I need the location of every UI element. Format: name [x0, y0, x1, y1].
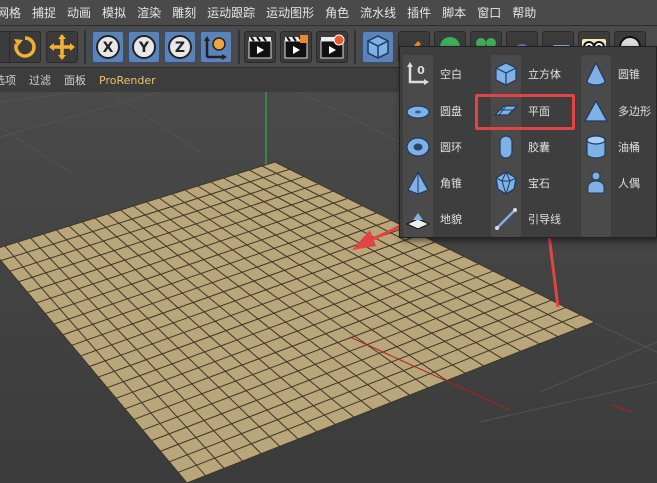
y-axis-button[interactable]: Y — [128, 31, 160, 63]
viewport-menu-filter[interactable]: 过滤 — [29, 72, 51, 88]
svg-text:0: 0 — [417, 64, 425, 77]
cube-icon — [495, 62, 517, 86]
panel-item-guide[interactable]: 引导线 — [491, 202, 561, 236]
world-coordinate-button[interactable] — [200, 31, 232, 63]
panel-item-polygon[interactable]: 多边形 — [581, 94, 651, 128]
svg-text:Z: Z — [175, 40, 185, 56]
cube-icon — [367, 35, 389, 59]
primitive-object-panel: 0 空白 圆盘 圆环 角锥 地貌 立方体 平面 胶囊 宝石 引导线 圆锥 多边形… — [399, 46, 657, 238]
highlight-box — [475, 94, 575, 130]
torus-icon — [406, 137, 430, 157]
rotate-icon — [14, 36, 36, 58]
panel-item-cone[interactable]: 圆锥 — [581, 57, 640, 91]
panel-item-gem[interactable]: 宝石 — [491, 166, 550, 200]
menu-help[interactable]: 帮助 — [508, 4, 543, 21]
disc-icon — [406, 105, 430, 119]
oil-tank-icon — [586, 135, 606, 159]
x-axis-line-end — [611, 404, 633, 413]
capsule-icon — [499, 135, 513, 159]
move-button[interactable] — [46, 31, 78, 63]
menu-mesh[interactable]: 网格 — [0, 4, 28, 21]
guide-icon — [495, 208, 517, 230]
viewport-menu-options[interactable]: 选项 — [0, 72, 16, 88]
menu-render[interactable]: 渲染 — [133, 4, 168, 21]
menu-window[interactable]: 窗口 — [473, 4, 508, 21]
render-picture-viewer-button[interactable] — [280, 31, 312, 63]
rotate-button[interactable] — [9, 31, 41, 63]
z-axis-button[interactable]: Z — [164, 31, 196, 63]
null-object-icon: 0 — [407, 62, 429, 85]
z-axis-icon: Z — [168, 35, 192, 59]
x-axis-button[interactable]: X — [92, 31, 124, 63]
menu-pipeline[interactable]: 流水线 — [356, 4, 403, 21]
panel-item-oil-tank[interactable]: 油桶 — [581, 130, 640, 164]
render-settings-button[interactable] — [316, 31, 348, 63]
panel-item-landscape[interactable]: 地貌 — [403, 202, 462, 236]
panel-item-cube[interactable]: 立方体 — [491, 57, 561, 91]
panel-item-disc[interactable]: 圆盘 — [403, 94, 462, 128]
cube-button[interactable] — [362, 31, 394, 63]
svg-text:Y: Y — [138, 40, 150, 56]
menu-sculpt[interactable]: 雕刻 — [168, 4, 203, 21]
polygon-icon — [583, 99, 609, 122]
gem-icon — [495, 170, 517, 196]
menu-animate[interactable]: 动画 — [63, 4, 98, 21]
menu-script[interactable]: 脚本 — [438, 4, 473, 21]
move-icon — [49, 34, 75, 60]
panel-item-capsule[interactable]: 胶囊 — [491, 130, 550, 164]
render-picture-viewer-icon — [284, 35, 308, 59]
menu-mograph[interactable]: 运动图形 — [262, 4, 321, 21]
menu-motion-tracking[interactable]: 运动跟踪 — [203, 4, 262, 21]
panel-item-figure[interactable]: 人偶 — [581, 166, 640, 200]
panel-item-pyramid[interactable]: 角锥 — [403, 166, 462, 200]
x-axis-icon: X — [96, 35, 120, 59]
render-settings-icon — [320, 34, 345, 59]
menu-snap[interactable]: 捕捉 — [28, 4, 63, 21]
viewport-menu-panel[interactable]: 面板 — [64, 72, 86, 88]
panel-item-null[interactable]: 0 空白 — [403, 57, 462, 91]
menu-simulate[interactable]: 模拟 — [98, 4, 133, 21]
landscape-icon — [405, 213, 431, 230]
pyramid-icon — [407, 170, 429, 195]
menu-character[interactable]: 角色 — [321, 4, 356, 21]
render-view-icon — [248, 36, 272, 59]
viewport-menu-prorender[interactable]: ProRender — [99, 74, 156, 87]
svg-text:X: X — [103, 40, 114, 56]
menu-plugins[interactable]: 插件 — [403, 4, 438, 21]
world-coordinate-icon — [204, 36, 227, 60]
panel-item-torus[interactable]: 圆环 — [403, 130, 462, 164]
cone-icon — [586, 61, 606, 86]
figure-icon — [587, 171, 605, 194]
menu-bar: 网格 捕捉 动画 模拟 渲染 雕刻 运动跟踪 运动图形 角色 流水线 插件 脚本… — [0, 0, 657, 26]
render-view-button[interactable] — [244, 31, 276, 63]
y-axis-icon: Y — [132, 35, 156, 59]
